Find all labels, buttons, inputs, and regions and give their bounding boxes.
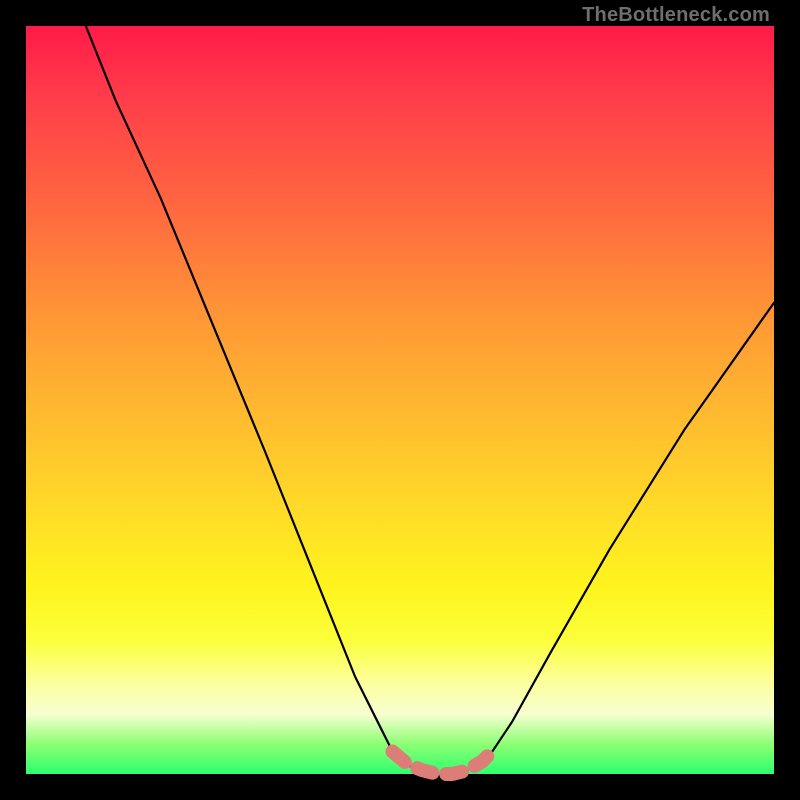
curve-layer — [26, 26, 774, 774]
plot-area — [26, 26, 774, 774]
bottleneck-curve — [86, 26, 774, 774]
attribution-text: TheBottleneck.com — [582, 4, 770, 27]
sweet-spot-marker — [393, 750, 494, 774]
chart-frame: TheBottleneck.com — [0, 0, 800, 800]
